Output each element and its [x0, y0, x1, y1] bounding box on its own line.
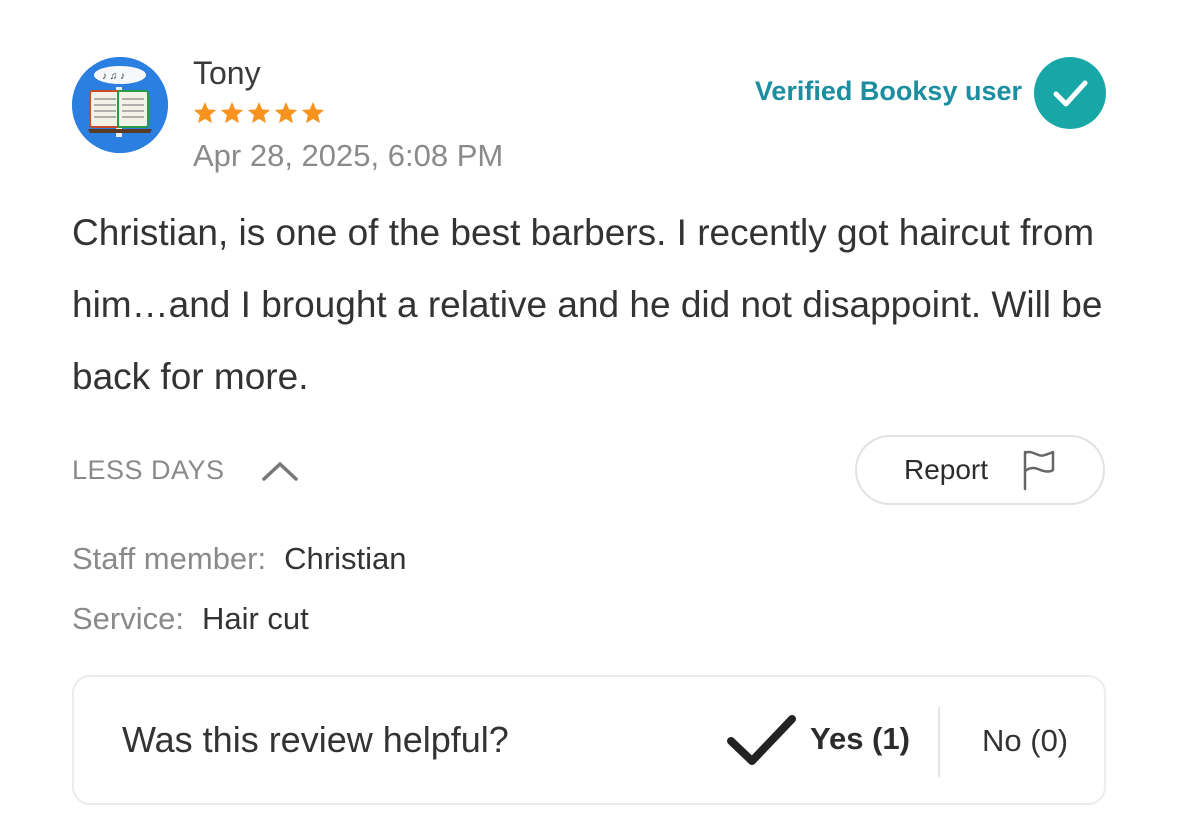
service-value: Hair cut — [201, 601, 309, 636]
svg-text:♪ ♫ ♪: ♪ ♫ ♪ — [102, 71, 125, 82]
star-icon — [220, 101, 244, 124]
staff-member-value: Christian — [284, 541, 407, 576]
service-key: Service: — [72, 601, 184, 636]
music-book-icon: ♪ ♫ ♪ — [72, 57, 168, 153]
helpful-no-button[interactable]: No (0) — [982, 723, 1068, 759]
helpful-box: Was this review helpful? Yes (1) No (0) — [72, 675, 1106, 805]
checkmark-icon — [727, 715, 796, 765]
staff-member-key: Staff member: — [72, 541, 267, 576]
review-text: Christian, is one of the best barbers. I… — [72, 212, 1103, 397]
service-row: Service: Hair cut — [72, 601, 309, 637]
avatar[interactable]: ♪ ♫ ♪ — [72, 57, 168, 153]
report-button[interactable]: Report — [855, 435, 1105, 505]
helpful-yes-button[interactable]: Yes (1) — [726, 711, 910, 767]
less-days-toggle[interactable]: LESS DAYS — [72, 455, 299, 486]
flag-icon — [1023, 450, 1055, 491]
chevron-up-icon — [261, 461, 298, 481]
verified-label: Verified Booksy user — [754, 76, 1022, 106]
star-icon — [193, 101, 217, 124]
star-rating — [192, 100, 326, 126]
divider — [938, 707, 940, 777]
helpful-question: Was this review helpful? — [122, 719, 509, 760]
staff-member-row: Staff member: Christian — [72, 541, 406, 577]
report-label: Report — [903, 454, 989, 485]
less-days-label: LESS DAYS — [72, 455, 225, 485]
star-icon — [247, 101, 271, 124]
author-name: Tony — [193, 55, 261, 91]
star-icon — [301, 101, 325, 124]
helpful-yes-label: Yes (1) — [810, 721, 910, 756]
check-circle-icon — [1034, 57, 1106, 129]
star-icon — [274, 101, 298, 124]
review-date: Apr 28, 2025, 6:08 PM — [193, 138, 504, 173]
